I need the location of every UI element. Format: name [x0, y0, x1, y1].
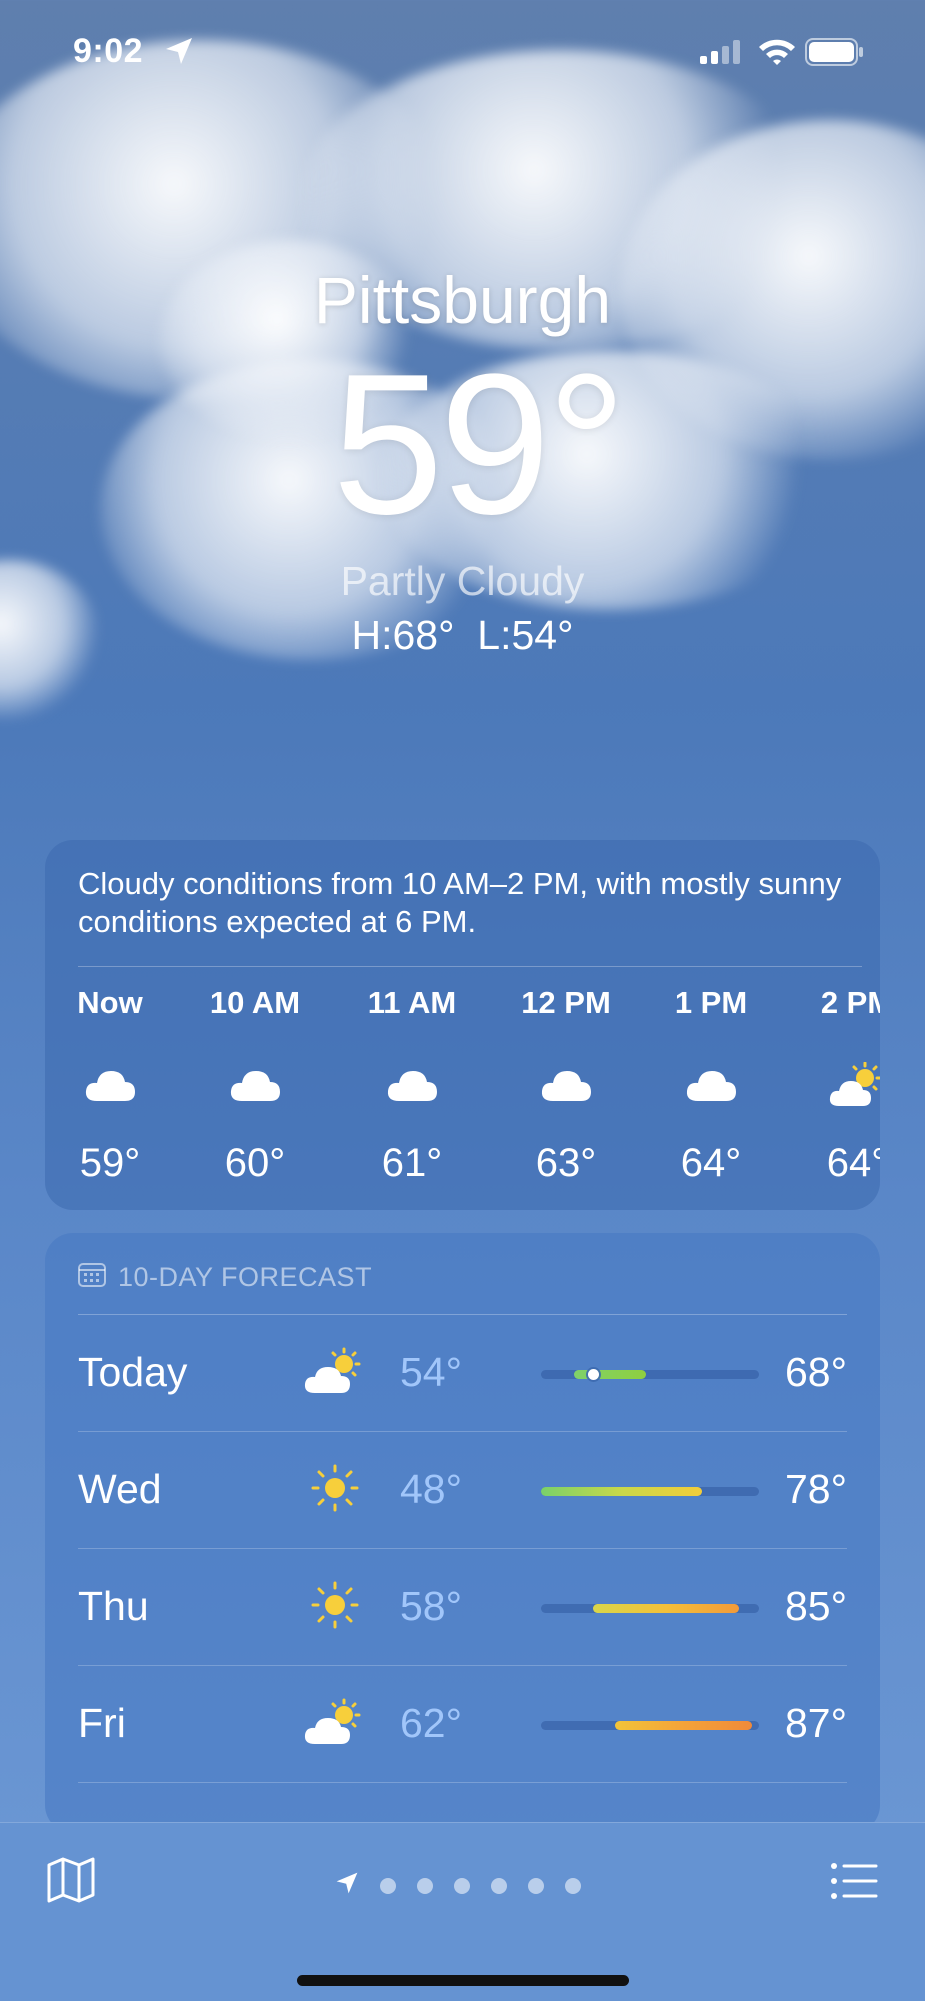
location-arrow-icon — [164, 36, 194, 71]
page-dot[interactable] — [454, 1877, 470, 1894]
sun-icon — [295, 1569, 375, 1641]
ten-day-forecast-card[interactable]: 10-DAY FORECAST Today 54° 68° Wed 48° 78… — [45, 1233, 880, 1833]
temperature-range-bar — [541, 1369, 759, 1380]
forecast-header: 10-DAY FORECAST — [78, 1261, 372, 1294]
temperature-range-fill — [615, 1721, 753, 1730]
calendar-icon — [78, 1261, 106, 1294]
page-dot[interactable] — [528, 1877, 544, 1894]
cloud-icon — [45, 1045, 175, 1125]
forecast-day: Thu — [78, 1583, 149, 1629]
hour-column: 12 PM 63° — [501, 985, 631, 1186]
forecast-row[interactable]: Fri 62° 87° — [45, 1666, 880, 1783]
location-arrow-icon[interactable] — [335, 1871, 359, 1900]
hour-temperature: 64° — [680, 1141, 742, 1185]
page-dot[interactable] — [491, 1877, 507, 1894]
temperature-range-bar — [541, 1604, 759, 1613]
hour-label: 10 AM — [209, 985, 301, 1020]
cloud-icon — [501, 1045, 631, 1125]
cloud-icon — [347, 1045, 477, 1125]
status-time: 9:02 — [73, 32, 144, 70]
hour-label: 12 PM — [521, 985, 611, 1020]
forecast-day: Today — [78, 1349, 188, 1395]
cloud-icon — [646, 1045, 776, 1125]
hour-label: Now — [77, 985, 143, 1020]
forecast-row[interactable]: Wed 48° 78° — [45, 1432, 880, 1549]
divider — [78, 1782, 847, 1783]
hour-column: 1 PM 64° — [646, 985, 776, 1186]
forecast-low: 48° — [400, 1466, 463, 1512]
temperature-range-fill — [541, 1487, 703, 1496]
forecast-high: 87° — [784, 1700, 847, 1746]
current-condition: Partly Cloudy — [340, 558, 585, 604]
home-indicator — [297, 1975, 629, 1986]
hour-column: Now 59° — [45, 985, 175, 1186]
wifi-icon — [757, 36, 797, 71]
temperature-range-fill — [593, 1604, 740, 1613]
forecast-row[interactable]: Thu 58° 85° — [45, 1549, 880, 1666]
hour-column: 10 AM 60° — [190, 985, 320, 1186]
hourly-summary: Cloudy conditions from 10 AM–2 PM, with … — [78, 866, 842, 939]
forecast-low: 58° — [400, 1583, 463, 1629]
forecast-low: 62° — [400, 1700, 463, 1746]
bottom-toolbar — [0, 1822, 925, 2001]
partly-sunny-icon — [792, 1045, 880, 1125]
cellular-signal-icon — [700, 40, 744, 69]
hour-label: 1 PM — [674, 985, 748, 1020]
partly-sunny-icon — [295, 1686, 375, 1758]
list-icon[interactable] — [830, 1861, 878, 1906]
hour-column: 2 PM 64° — [792, 985, 880, 1186]
hour-temperature: 59° — [79, 1141, 141, 1185]
page-indicator[interactable] — [335, 1871, 581, 1900]
forecast-day: Wed — [78, 1466, 162, 1512]
temperature-range-fill — [573, 1370, 646, 1379]
partly-sunny-icon — [295, 1335, 375, 1407]
hour-temperature: 64° — [826, 1141, 880, 1185]
page-dot[interactable] — [565, 1877, 581, 1894]
forecast-low: 54° — [400, 1349, 463, 1395]
forecast-high: 85° — [784, 1583, 847, 1629]
temperature-range-bar — [541, 1721, 759, 1730]
forecast-day: Fri — [78, 1700, 126, 1746]
high-low-temperature: H:68° L:54° — [351, 612, 574, 658]
temperature-range-bar — [541, 1487, 759, 1496]
page-dot[interactable] — [417, 1877, 433, 1894]
hourly-forecast-card[interactable]: Cloudy conditions from 10 AM–2 PM, with … — [45, 840, 880, 1210]
battery-icon — [805, 38, 865, 71]
hour-label: 11 AM — [367, 985, 457, 1020]
cloud-icon — [190, 1045, 320, 1125]
page-dot[interactable] — [380, 1877, 396, 1894]
status-bar: 9:02 — [0, 0, 925, 100]
hour-temperature: 61° — [381, 1141, 443, 1185]
hour-column: 11 AM 61° — [347, 985, 477, 1186]
sun-icon — [295, 1452, 375, 1524]
hour-label: 2 PM — [820, 985, 880, 1020]
forecast-high: 78° — [784, 1466, 847, 1512]
city-name: Pittsburgh — [313, 263, 612, 337]
divider — [78, 966, 862, 967]
hour-temperature: 60° — [224, 1141, 286, 1185]
forecast-row[interactable]: Today 54° 68° — [45, 1315, 880, 1432]
map-icon[interactable] — [46, 1855, 96, 1910]
forecast-title: 10-DAY FORECAST — [118, 1262, 373, 1292]
current-temperature: 59° — [332, 333, 626, 556]
forecast-high: 68° — [784, 1349, 847, 1395]
hour-temperature: 63° — [535, 1141, 597, 1185]
